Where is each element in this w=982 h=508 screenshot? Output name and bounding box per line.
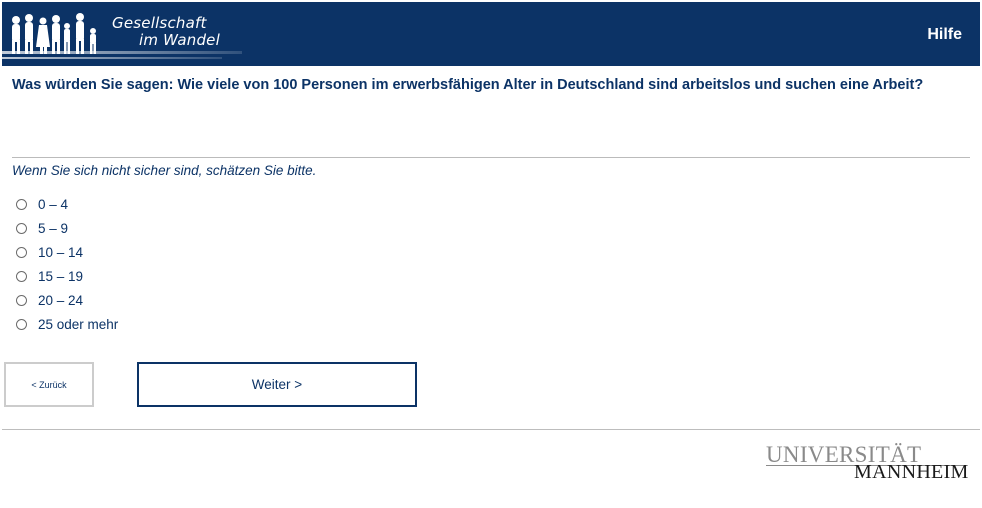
question-hint: Wenn Sie sich nicht sicher sind, schätze…: [12, 163, 317, 178]
option-label[interactable]: 25 oder mehr: [38, 317, 118, 332]
logo-text: Gesellschaft im Wandel: [112, 15, 220, 49]
option-label[interactable]: 5 – 9: [38, 221, 68, 236]
radio-button[interactable]: [16, 246, 27, 258]
option-label[interactable]: 10 – 14: [38, 245, 83, 260]
option-label[interactable]: 0 – 4: [38, 197, 68, 212]
radio-button[interactable]: [16, 198, 27, 210]
question-text: Was würden Sie sagen: Wie viele von 100 …: [12, 77, 924, 93]
answer-option[interactable]: 25 oder mehr: [16, 312, 118, 336]
radio-button[interactable]: [16, 294, 27, 306]
logo-mannheim: MANNHEIM: [854, 461, 969, 483]
answer-option[interactable]: 20 – 24: [16, 288, 118, 312]
next-button[interactable]: Weiter >: [137, 362, 417, 407]
option-label[interactable]: 20 – 24: [38, 293, 83, 308]
radio-button[interactable]: [16, 270, 27, 282]
radio-button[interactable]: [16, 318, 27, 330]
answer-option[interactable]: 0 – 4: [16, 192, 118, 216]
answer-options: 0 – 4 5 – 9 10 – 14 15 – 19 20 – 24 25 o…: [16, 192, 118, 336]
answer-option[interactable]: 5 – 9: [16, 216, 118, 240]
footer-divider: [2, 429, 980, 430]
logo-line-1: Gesellschaft: [112, 14, 207, 32]
header-bar: Gesellschaft im Wandel Hilfe: [2, 2, 980, 66]
divider: [12, 157, 970, 158]
help-link[interactable]: Hilfe: [927, 26, 962, 44]
logo-line-2: im Wandel: [139, 31, 220, 49]
university-logo: UNIVERSITÄT MANNHEIM: [766, 443, 968, 482]
answer-option[interactable]: 10 – 14: [16, 240, 118, 264]
radio-button[interactable]: [16, 222, 27, 234]
answer-option[interactable]: 15 – 19: [16, 264, 118, 288]
option-label[interactable]: 15 – 19: [38, 269, 83, 284]
back-button[interactable]: < Zurück: [4, 362, 94, 407]
